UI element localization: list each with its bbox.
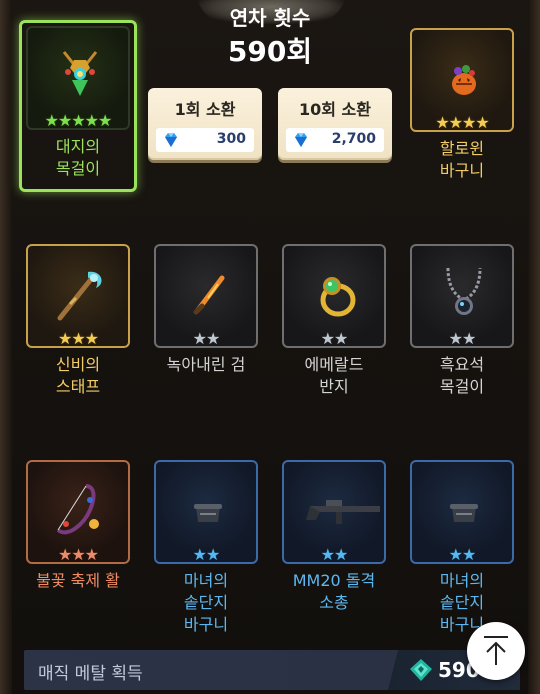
item-firework-bow[interactable]: ★★★ 불꽃 축제 활 <box>26 460 130 592</box>
diamond-icon <box>165 133 177 147</box>
item-card: ★★ <box>282 460 386 564</box>
item-name: 에메랄드 반지 <box>282 354 386 398</box>
amulet-icon <box>62 51 98 96</box>
bow-icon <box>56 484 99 535</box>
item-mm20-rifle[interactable]: ★★ MM20 돌격 소총 <box>282 460 386 614</box>
item-card: ★★ <box>410 460 514 564</box>
magic-metal-bar: 매직 메탈 획득 5900 <box>24 650 520 690</box>
summon-10-label: 10회 소환 <box>299 100 371 119</box>
item-name-line: 소총 <box>319 593 349 612</box>
item-name: 마녀의 솥단지 바구니 <box>154 570 258 636</box>
item-name-line: 흑요석 <box>439 355 485 374</box>
item-name-line: 불꽃 축제 활 <box>36 571 120 590</box>
rarity-stars: ★★ <box>320 545 349 564</box>
summon-1-label: 1회 소환 <box>174 100 236 119</box>
summon-10-cost: 2,700 <box>286 128 384 152</box>
item-name: 불꽃 축제 활 <box>26 570 130 592</box>
necklace-icon <box>446 267 482 315</box>
item-halloween-basket[interactable]: ★★★★ 할로윈 바구니 <box>410 28 514 182</box>
item-card: ★★★★ <box>410 28 514 132</box>
item-card: ★★★ <box>26 244 130 348</box>
item-name-line: 바구니 <box>183 615 229 634</box>
item-card: ★★★ <box>26 460 130 564</box>
item-melted-sword[interactable]: ★★ 녹아내린 검 <box>154 244 258 376</box>
arrow-up-icon <box>484 636 508 665</box>
cauldron-icon <box>450 504 478 522</box>
rarity-stars: ★★ <box>192 329 221 348</box>
rarity-stars: ★★★★ <box>435 113 489 132</box>
magic-metal-icon <box>410 659 432 681</box>
summon-1-cost: 300 <box>156 128 254 152</box>
item-name-line: MM20 돌격 <box>292 571 376 590</box>
item-card: ★★ <box>282 244 386 348</box>
summon-10-cost-value: 2,700 <box>331 131 376 147</box>
panel-left-edge <box>0 0 12 694</box>
rarity-stars: ★★★ <box>57 329 99 348</box>
summon-10-button[interactable]: 10회 소환 2,700 <box>278 88 392 160</box>
diamond-icon <box>295 133 307 147</box>
item-name-line: 신비의 <box>55 355 101 374</box>
item-card: ★★ <box>154 460 258 564</box>
item-name-line: 솥단지 <box>183 593 229 612</box>
summon-1-button[interactable]: 1회 소환 300 <box>148 88 262 160</box>
item-card: ★★★★★ <box>26 26 130 130</box>
item-earth-necklace[interactable]: ★★★★★ 대지의 목걸이 <box>26 26 130 180</box>
gacha-panel: 연차 횟수 590회 ★★★★★ 대지의 목걸이 1회 소환 300 10회 소… <box>0 0 540 694</box>
rarity-stars: ★★ <box>448 329 477 348</box>
item-witch-cauldron-basket-2[interactable]: ★★ 마녀의 솥단지 바구니 <box>410 460 514 636</box>
item-name-line: 에메랄드 <box>304 355 364 374</box>
rarity-stars: ★★ <box>192 545 221 564</box>
rarity-stars: ★★★★★ <box>44 111 113 130</box>
staff-icon <box>57 271 102 321</box>
item-witch-cauldron-basket[interactable]: ★★ 마녀의 솥단지 바구니 <box>154 460 258 636</box>
item-name-line: 바구니 <box>439 161 485 180</box>
item-name: 녹아내린 검 <box>154 354 258 376</box>
cauldron-icon <box>194 504 222 522</box>
item-mystic-staff[interactable]: ★★★ 신비의 스태프 <box>26 244 130 398</box>
pumpkin-basket-icon <box>452 65 476 95</box>
item-name: 신비의 스태프 <box>26 354 130 398</box>
rarity-stars: ★★★ <box>57 545 99 564</box>
item-card: ★★ <box>154 244 258 348</box>
rarity-stars: ★★ <box>448 545 477 564</box>
rarity-stars: ★★ <box>320 329 349 348</box>
item-emerald-ring[interactable]: ★★ 에메랄드 반지 <box>282 244 386 398</box>
magic-metal-label: 매직 메탈 획득 <box>38 664 143 684</box>
item-name: 할로윈 바구니 <box>410 138 514 182</box>
item-name-line: 마녀의 <box>183 571 229 590</box>
ring-icon <box>320 277 356 317</box>
item-name-line: 스태프 <box>55 377 101 396</box>
sword-icon <box>193 275 225 315</box>
item-name-line: 솥단지 <box>439 593 485 612</box>
item-name-line: 대지의 <box>55 137 101 156</box>
item-card: ★★ <box>410 244 514 348</box>
summon-1-cost-value: 300 <box>216 131 246 147</box>
scroll-to-top-button[interactable] <box>467 622 525 680</box>
item-name-line: 마녀의 <box>439 571 485 590</box>
panel-right-edge <box>528 0 540 694</box>
rifle-icon <box>306 500 380 524</box>
item-name-line: 할로윈 <box>439 139 485 158</box>
item-name: 흑요석 목걸이 <box>410 354 514 398</box>
item-name-line: 녹아내린 검 <box>166 355 246 374</box>
item-name-line: 반지 <box>319 377 349 396</box>
item-name-line: 목걸이 <box>439 377 485 396</box>
item-name-line: 목걸이 <box>55 159 101 178</box>
item-name: MM20 돌격 소총 <box>282 570 386 614</box>
item-obsidian-necklace[interactable]: ★★ 흑요석 목걸이 <box>410 244 514 398</box>
item-name: 대지의 목걸이 <box>26 136 130 180</box>
